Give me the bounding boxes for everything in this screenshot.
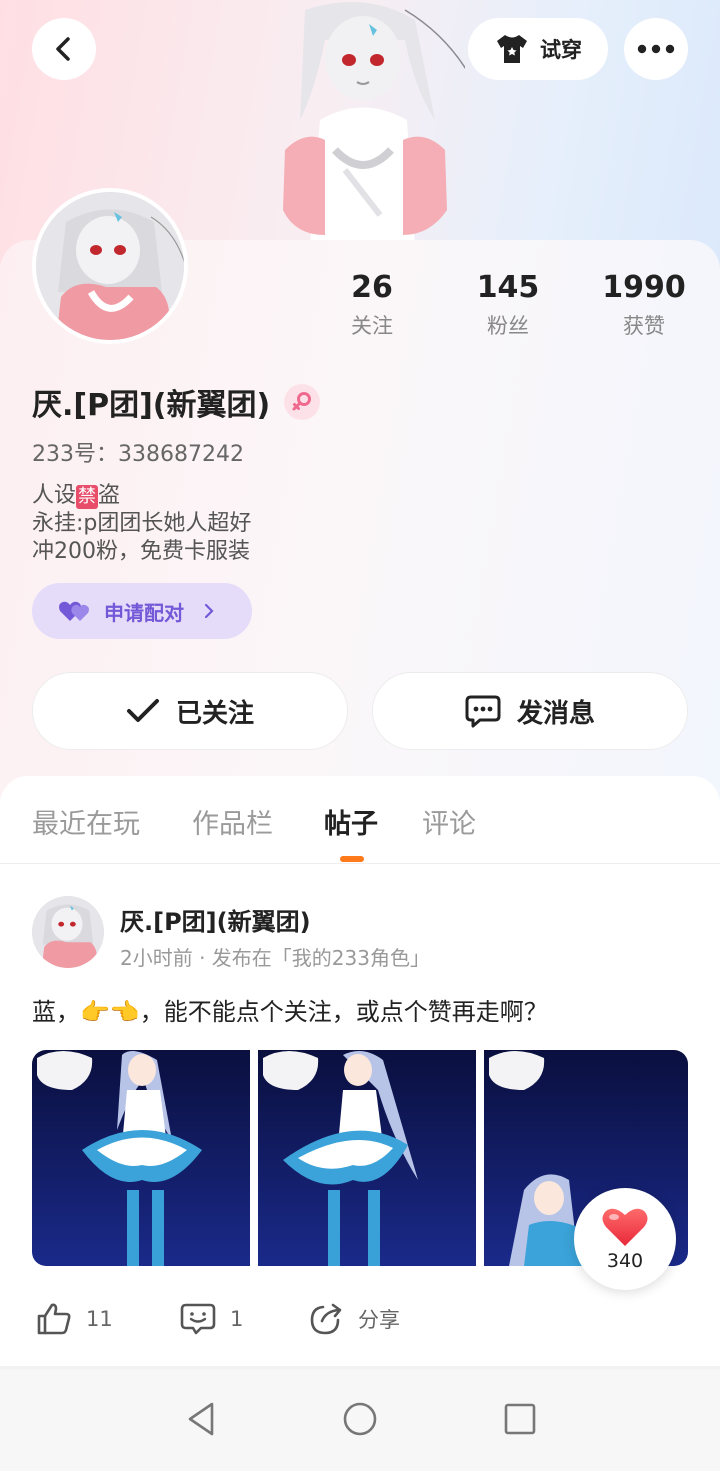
profile-stats: 26 关注 145 粉丝 1990 获赞 (300, 270, 720, 350)
apply-pair-label: 申请配对 (104, 600, 184, 625)
shirt-icon (497, 35, 527, 63)
followed-label: 已关注 (175, 698, 254, 729)
bio-line-3: 冲200粉，免费卡服装 (32, 539, 250, 564)
post-author-name[interactable]: 厌.[P团](新翼团) (120, 902, 311, 937)
tab-comments[interactable]: 评论 (422, 802, 476, 841)
thumbs-up-icon (37, 1303, 71, 1335)
try-on-button[interactable]: 试穿 (468, 18, 608, 80)
send-message-label: 发消息 (516, 698, 595, 729)
tab-works[interactable]: 作品栏 (192, 802, 273, 841)
stat-following[interactable]: 26 关注 (312, 270, 432, 340)
post-share-button[interactable]: 分享 (308, 1302, 400, 1336)
tab-posts[interactable]: 帖子 (324, 802, 378, 841)
post-text: 蓝，👉👈，能不能点个关注，或点个赞再走啊？ (32, 998, 548, 1026)
more-dots-icon (637, 44, 675, 54)
heart-icon (602, 1208, 648, 1246)
chevron-left-icon (56, 37, 70, 61)
post-avatar-image (32, 896, 104, 968)
stat-following-count: 26 (351, 270, 393, 305)
profile-nickname: 厌.[P团](新翼团) (32, 388, 271, 423)
bio-line-1-prefix: 人设 (32, 483, 77, 508)
followed-button[interactable]: 已关注 (32, 672, 348, 750)
stat-following-label: 关注 (351, 314, 393, 338)
stat-likes-label: 获赞 (623, 314, 665, 338)
nickname-row: 厌.[P团](新翼团) (32, 380, 321, 424)
share-icon (310, 1303, 342, 1335)
active-tab-indicator (340, 856, 364, 862)
chat-bubble-icon (465, 695, 501, 728)
post-image-2[interactable] (258, 1050, 476, 1266)
post-share-label: 分享 (358, 1308, 400, 1332)
post-like-count: 11 (86, 1307, 113, 1331)
post-card[interactable]: 厌.[P团](新翼团) 2小时前 · 发布在「我的233角色」 蓝，👉👈，能不能… (0, 864, 720, 1368)
nav-back-icon[interactable] (182, 1399, 222, 1439)
avatar-image (36, 192, 184, 340)
post-author-avatar[interactable] (32, 896, 104, 968)
tab-recently-played[interactable]: 最近在玩 (32, 802, 140, 841)
send-message-button[interactable]: 发消息 (372, 672, 688, 750)
post-actions: 11 1 分享 (0, 1294, 720, 1350)
post-meta: 2小时前 · 发布在「我的233角色」 (120, 946, 430, 970)
nav-home-icon[interactable] (340, 1399, 380, 1439)
nav-recents-icon[interactable] (500, 1399, 540, 1439)
floating-like-count: 340 (606, 1250, 644, 1272)
system-navigation-bar (0, 1369, 720, 1471)
chevron-right-icon (204, 603, 214, 619)
stat-followers-label: 粉丝 (487, 314, 529, 338)
post-comment-button[interactable]: 1 (180, 1302, 243, 1336)
more-options-button[interactable] (624, 18, 688, 80)
floating-like-button[interactable]: 340 (574, 1188, 676, 1290)
stat-likes[interactable]: 1990 获赞 (584, 270, 704, 340)
post-like-button[interactable]: 11 (36, 1302, 113, 1336)
post-image-1[interactable] (32, 1050, 250, 1266)
bio-line-2: 永挂:p团团长她人超好 (32, 511, 252, 536)
back-button[interactable] (32, 18, 96, 80)
post-comment-count: 1 (230, 1307, 244, 1331)
user-id-label: 233号： (32, 442, 118, 467)
user-id-row: 233号：338687242 (32, 436, 244, 468)
double-heart-icon (59, 601, 89, 621)
apply-pair-button[interactable]: 申请配对 (32, 583, 252, 639)
character-figure-image (283, 2, 465, 245)
user-id-value: 338687242 (118, 442, 244, 467)
stat-followers-count: 145 (476, 270, 540, 305)
post-image-2-art (258, 1050, 476, 1266)
stat-likes-count: 1990 (602, 270, 686, 305)
check-icon (126, 699, 159, 722)
female-gender-icon (284, 384, 321, 420)
bio-line-1-suffix: 盗 (98, 483, 121, 508)
try-on-label: 试穿 (540, 38, 582, 62)
bio-line-1: 人设 禁盗 (32, 482, 251, 510)
post-image-1-art (32, 1050, 250, 1266)
ban-badge: 禁 (76, 485, 99, 509)
comment-icon (180, 1303, 216, 1335)
profile-tabs: 最近在玩 作品栏 帖子 评论 (0, 776, 720, 864)
stat-followers[interactable]: 145 粉丝 (448, 270, 568, 340)
profile-bio: 人设 禁盗 永挂:p团团长她人超好 冲200粉，免费卡服装 (32, 482, 251, 566)
user-avatar[interactable] (32, 188, 188, 344)
